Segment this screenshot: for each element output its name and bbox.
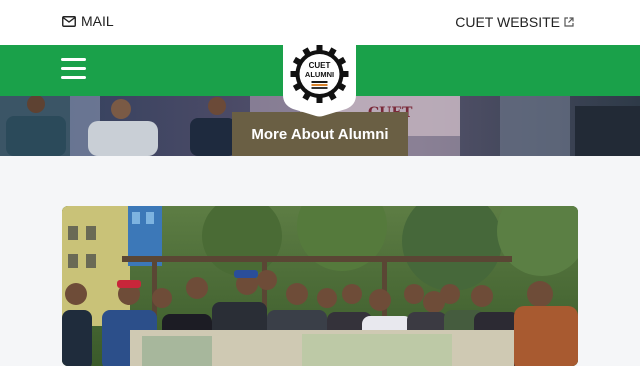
hamburger-menu-icon[interactable]: [61, 58, 87, 80]
more-about-alumni-button[interactable]: More About Alumni: [232, 112, 408, 156]
envelope-icon: [62, 15, 76, 27]
external-link-icon: [564, 17, 574, 27]
logo-text-alumni: ALUMNI: [305, 70, 334, 79]
logo-text-cuet: CUET: [309, 61, 331, 70]
mail-label: MAIL: [81, 13, 114, 29]
top-bar: MAIL CUET WEBSITE: [0, 0, 640, 45]
mail-link[interactable]: MAIL: [62, 13, 114, 29]
alumni-group-photo: [62, 206, 578, 366]
cuet-website-link[interactable]: CUET WEBSITE: [455, 14, 574, 30]
website-label: CUET WEBSITE: [455, 14, 560, 30]
cuet-alumni-logo[interactable]: CUET ALUMNI: [283, 45, 356, 117]
